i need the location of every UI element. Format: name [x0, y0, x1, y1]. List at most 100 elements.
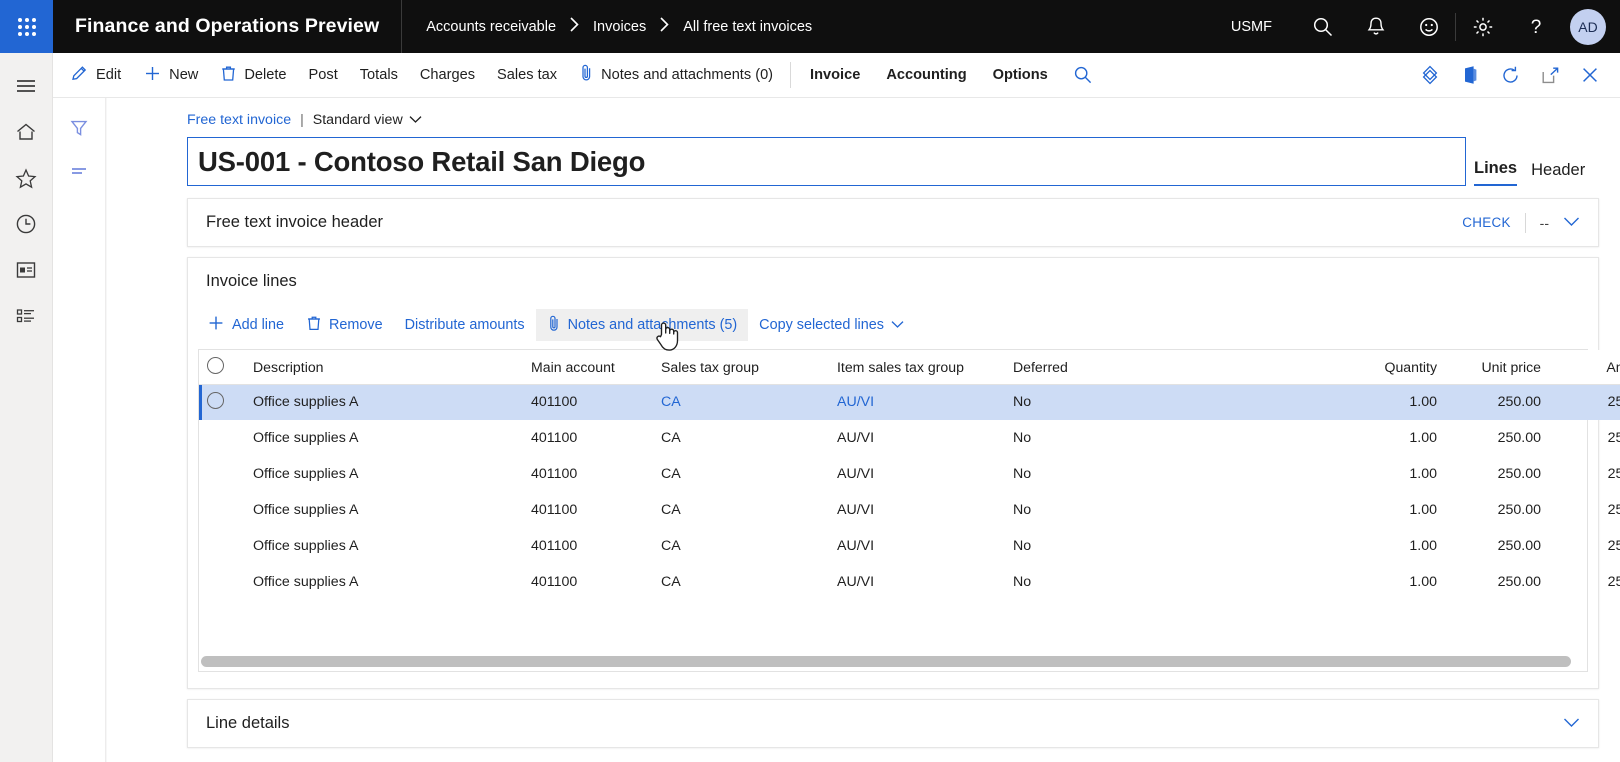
column-header-deferred[interactable]: Deferred	[1005, 350, 1337, 384]
column-header-main-account[interactable]: Main account	[523, 350, 653, 384]
cell-item-sales-tax-group[interactable]: AU/VI	[829, 420, 1005, 456]
section-header-invoice-lines[interactable]: Invoice lines	[188, 258, 1598, 305]
cell-item-sales-tax-group[interactable]: AU/VI	[829, 528, 1005, 564]
record-title-field[interactable]: US-001 - Contoso Retail San Diego	[187, 137, 1466, 186]
cell-sales-tax-group[interactable]: CA	[653, 564, 829, 600]
open-in-new-window-icon[interactable]	[1530, 53, 1570, 98]
help-question-icon[interactable]: ?	[1509, 0, 1562, 53]
feedback-smiley-icon[interactable]	[1402, 0, 1455, 53]
refresh-icon[interactable]	[1490, 53, 1530, 98]
row-select-cell[interactable]	[199, 456, 245, 492]
cell-quantity[interactable]: 1.00	[1337, 420, 1445, 456]
column-header-unit-price[interactable]: Unit price	[1445, 350, 1549, 384]
check-link[interactable]: CHECK	[1462, 215, 1510, 230]
column-header-item-sales-tax-group[interactable]: Item sales tax group	[829, 350, 1005, 384]
cell-quantity[interactable]: 1.00	[1337, 564, 1445, 600]
cell-amount[interactable]: 250.00	[1549, 528, 1620, 564]
cell-amount[interactable]: 250.00	[1549, 384, 1620, 420]
tab-options[interactable]: Options	[980, 53, 1061, 98]
cell-amount[interactable]: 250.00	[1549, 564, 1620, 600]
chevron-down-icon-header-section[interactable]	[1563, 214, 1580, 232]
hamburger-menu-icon[interactable]	[0, 63, 53, 109]
tab-accounting[interactable]: Accounting	[873, 53, 979, 98]
cell-description[interactable]: Office supplies A	[245, 528, 523, 564]
cell-amount[interactable]: 250.00	[1549, 456, 1620, 492]
favorites-star-icon[interactable]	[0, 155, 53, 201]
chevron-down-icon-line-details[interactable]	[1563, 715, 1580, 733]
add-line-button[interactable]: Add line	[196, 309, 295, 341]
breadcrumb-item-module[interactable]: Accounts receivable	[426, 19, 556, 35]
app-launcher-button[interactable]	[0, 0, 53, 53]
line-notes-and-attachments-button[interactable]: Notes and attachments (5)	[536, 309, 749, 341]
cell-item-sales-tax-group[interactable]: AU/VI	[829, 456, 1005, 492]
column-header-sales-tax-group[interactable]: Sales tax group	[653, 350, 829, 384]
breadcrumb-item-group[interactable]: Invoices	[593, 19, 646, 35]
cell-main-account[interactable]: 401100	[523, 564, 653, 600]
cell-main-account[interactable]: 401100	[523, 456, 653, 492]
tab-lines[interactable]: Lines	[1474, 159, 1517, 186]
post-button[interactable]: Post	[298, 53, 349, 98]
section-header-line-details[interactable]: Line details	[188, 700, 1598, 747]
row-select-cell[interactable]	[199, 420, 245, 456]
delete-button[interactable]: Delete	[209, 53, 297, 98]
column-header-quantity[interactable]: Quantity	[1337, 350, 1445, 384]
copy-selected-lines-button[interactable]: Copy selected lines	[748, 309, 915, 341]
cell-unit-price[interactable]: 250.00	[1445, 564, 1549, 600]
cell-sales-tax-group[interactable]: CA	[653, 492, 829, 528]
table-row[interactable]: Office supplies A 401100 CA AU/VI No 1.0…	[199, 492, 1620, 528]
close-icon[interactable]	[1570, 53, 1610, 98]
table-row[interactable]: Office supplies A 401100 CA AU/VI No 1.0…	[199, 528, 1620, 564]
cell-description[interactable]: Office supplies A	[245, 420, 523, 456]
cell-item-sales-tax-group[interactable]: AU/VI	[829, 384, 1005, 420]
view-selector[interactable]: Standard view	[313, 112, 422, 128]
workspaces-icon[interactable]	[0, 247, 53, 293]
select-all-radio[interactable]	[207, 357, 224, 374]
column-header-description[interactable]: Description	[245, 350, 523, 384]
table-row[interactable]: Office supplies A 401100 CA AU/VI No 1.0…	[199, 564, 1620, 600]
show-list-icon[interactable]	[53, 150, 106, 194]
select-all-header[interactable]	[199, 350, 245, 384]
cell-description[interactable]: Office supplies A	[245, 492, 523, 528]
cell-description[interactable]: Office supplies A	[245, 384, 523, 420]
settings-gear-icon[interactable]	[1456, 0, 1509, 53]
table-row[interactable]: Office supplies A 401100 CA AU/VI No 1.0…	[199, 420, 1620, 456]
column-header-amount[interactable]: Amoun	[1549, 350, 1620, 384]
section-header-free-text-invoice-header[interactable]: Free text invoice header CHECK --	[188, 199, 1598, 246]
cell-deferred[interactable]: No	[1005, 384, 1337, 420]
table-row[interactable]: Office supplies A 401100 CA AU/VI No 1.0…	[199, 384, 1620, 420]
cell-amount[interactable]: 250.00	[1549, 420, 1620, 456]
remove-line-button[interactable]: Remove	[295, 309, 394, 341]
horizontal-scrollbar[interactable]	[201, 656, 1571, 667]
cell-unit-price[interactable]: 250.00	[1445, 528, 1549, 564]
legal-entity-selector[interactable]: USMF	[1231, 19, 1272, 35]
sales-tax-button[interactable]: Sales tax	[486, 53, 568, 98]
charges-button[interactable]: Charges	[409, 53, 486, 98]
cell-item-sales-tax-group[interactable]: AU/VI	[829, 564, 1005, 600]
cell-main-account[interactable]: 401100	[523, 492, 653, 528]
cell-main-account[interactable]: 401100	[523, 420, 653, 456]
modules-list-icon[interactable]	[0, 293, 53, 339]
table-row[interactable]: Office supplies A 401100 CA AU/VI No 1.0…	[199, 456, 1620, 492]
cell-sales-tax-group[interactable]: CA	[653, 384, 829, 420]
tab-header[interactable]: Header	[1531, 161, 1585, 186]
cell-quantity[interactable]: 1.00	[1337, 528, 1445, 564]
notes-and-attachments-button[interactable]: Notes and attachments (0)	[568, 53, 784, 98]
new-button[interactable]: New	[132, 53, 209, 98]
cell-deferred[interactable]: No	[1005, 492, 1337, 528]
cell-quantity[interactable]: 1.00	[1337, 384, 1445, 420]
edit-button[interactable]: Edit	[59, 53, 132, 98]
row-select-cell[interactable]	[199, 384, 245, 420]
cell-deferred[interactable]: No	[1005, 564, 1337, 600]
home-icon[interactable]	[0, 109, 53, 155]
share-diamond-icon[interactable]	[1410, 53, 1450, 98]
search-icon[interactable]	[1296, 0, 1349, 53]
recent-clock-icon[interactable]	[0, 201, 53, 247]
cell-unit-price[interactable]: 250.00	[1445, 420, 1549, 456]
notifications-bell-icon[interactable]	[1349, 0, 1402, 53]
office-app-icon[interactable]	[1450, 53, 1490, 98]
cell-unit-price[interactable]: 250.00	[1445, 492, 1549, 528]
cell-unit-price[interactable]: 250.00	[1445, 456, 1549, 492]
cell-deferred[interactable]: No	[1005, 420, 1337, 456]
row-select-cell[interactable]	[199, 528, 245, 564]
totals-button[interactable]: Totals	[349, 53, 409, 98]
